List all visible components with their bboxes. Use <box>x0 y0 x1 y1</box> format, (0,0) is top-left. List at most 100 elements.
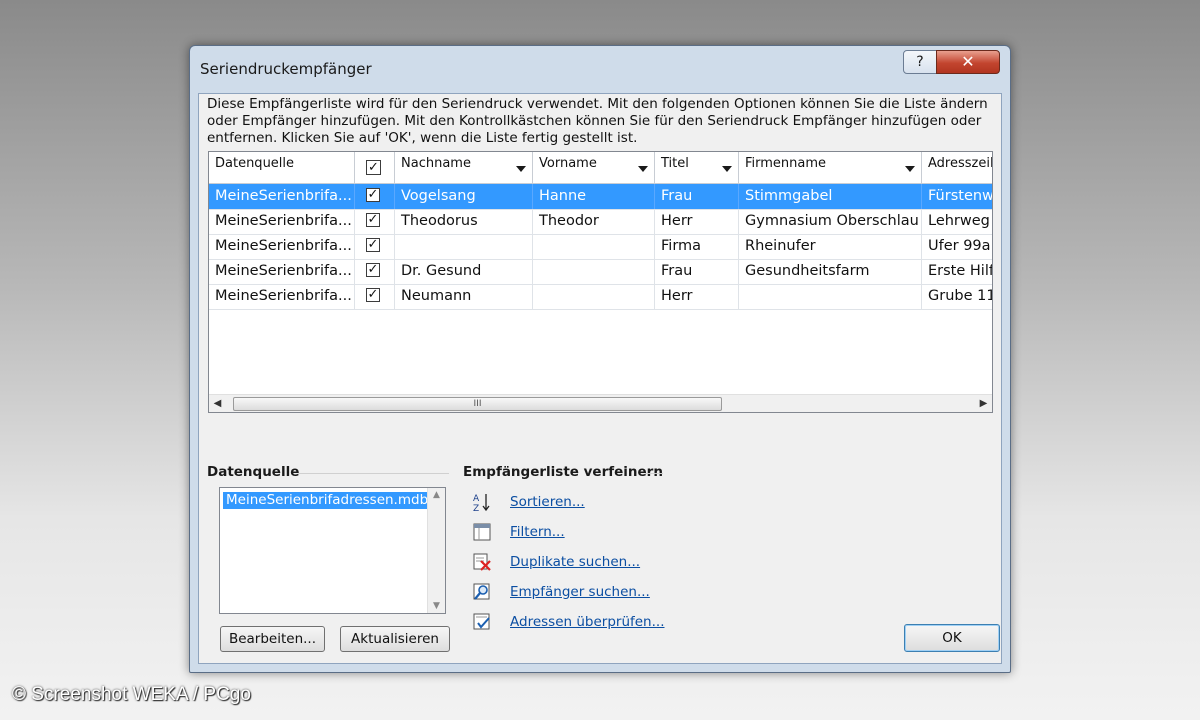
intro-line-3: entfernen. Klicken Sie auf 'OK', wenn di… <box>207 130 638 146</box>
cell-title: Frau <box>655 259 739 284</box>
refresh-button[interactable]: Aktualisieren <box>340 626 450 652</box>
datasource-group-label: Datenquelle <box>207 464 300 480</box>
svg-text:A: A <box>473 494 480 504</box>
select-all-checkbox[interactable]: ✓ <box>366 160 381 175</box>
copyright-watermark: © Screenshot WEKA / PCgo <box>12 684 251 705</box>
help-button[interactable]: ? <box>903 50 937 74</box>
filter-icon <box>473 523 491 541</box>
table-row[interactable]: MeineSerienbrifa... ✓ Dr. Gesund Frau Ge… <box>209 259 992 285</box>
validate-addresses-link[interactable]: Adressen überprüfen... <box>510 614 665 630</box>
cell-check: ✓ <box>355 209 395 234</box>
edit-button[interactable]: Bearbeiten... <box>220 626 325 652</box>
cell-address: Lehrweg 9 <box>922 209 992 234</box>
find-recipient-link[interactable]: Empfänger suchen... <box>510 584 650 600</box>
datasource-listbox[interactable]: MeineSerienbrifadressen.mdb ▲ ▼ <box>219 487 446 614</box>
include-checkbox[interactable]: ✓ <box>366 213 380 227</box>
column-header-label: Adresszeile <box>928 156 992 171</box>
sort-link[interactable]: Sortieren... <box>510 494 585 510</box>
column-header-nachname[interactable]: Nachname <box>395 152 533 183</box>
cell-last-name: Theodorus <box>395 209 533 234</box>
scroll-thumb[interactable]: III <box>233 397 722 411</box>
column-header-check[interactable]: ✓ <box>355 152 395 183</box>
table-row[interactable]: MeineSerienbrifa... ✓ Neumann Herr Grube… <box>209 284 992 310</box>
cell-check: ✓ <box>355 259 395 284</box>
mail-merge-recipients-dialog: Seriendruckempfänger ? ✕ Diese Empfänger… <box>189 45 1011 673</box>
group-divider <box>645 473 663 474</box>
chevron-down-icon[interactable] <box>722 166 732 172</box>
filter-link[interactable]: Filtern... <box>510 524 565 540</box>
cell-check: ✓ <box>355 284 395 309</box>
column-header-label: Datenquelle <box>215 156 295 171</box>
table-row[interactable]: MeineSerienbrifa... ✓ Firma Rheinufer Uf… <box>209 234 992 260</box>
window-title: Seriendruckempfänger <box>200 60 372 78</box>
validate-addresses-icon <box>473 613 490 630</box>
cell-address: Erste Hilfe <box>922 259 992 284</box>
cell-company: Gesundheitsfarm <box>739 259 922 284</box>
column-header-adresszeile[interactable]: Adresszeile <box>922 152 992 183</box>
include-checkbox[interactable]: ✓ <box>366 238 380 252</box>
cell-first-name <box>533 259 655 284</box>
cell-last-name: Dr. Gesund <box>395 259 533 284</box>
cell-title: Herr <box>655 284 739 309</box>
scroll-down-icon[interactable]: ▼ <box>428 601 445 611</box>
include-checkbox[interactable]: ✓ <box>366 188 380 202</box>
cell-first-name <box>533 234 655 259</box>
table-row[interactable]: MeineSerienbrifa... ✓ Vogelsang Hanne Fr… <box>209 184 992 210</box>
cell-check: ✓ <box>355 184 395 209</box>
column-header-vorname[interactable]: Vorname <box>533 152 655 183</box>
table-row[interactable]: MeineSerienbrifa... ✓ Theodorus Theodor … <box>209 209 992 235</box>
datasource-item[interactable]: MeineSerienbrifadressen.mdb <box>223 492 432 509</box>
cell-first-name: Hanne <box>533 184 655 209</box>
column-header-label: Titel <box>661 156 689 171</box>
find-duplicates-link[interactable]: Duplikate suchen... <box>510 554 640 570</box>
chevron-down-icon[interactable] <box>905 166 915 172</box>
scroll-left-icon[interactable]: ◀ <box>209 395 226 412</box>
cell-source: MeineSerienbrifa... <box>209 209 355 234</box>
cell-source: MeineSerienbrifa... <box>209 234 355 259</box>
scroll-up-icon[interactable]: ▲ <box>428 490 445 500</box>
cell-last-name: Vogelsang <box>395 184 533 209</box>
cell-title: Herr <box>655 209 739 234</box>
recipient-grid[interactable]: Datenquelle ✓ Nachname Vorname Titel Fir… <box>208 151 993 413</box>
cell-address: Grube 11 <box>922 284 992 309</box>
cell-first-name: Theodor <box>533 209 655 234</box>
chevron-down-icon[interactable] <box>638 166 648 172</box>
cell-company: Stimmgabel <box>739 184 922 209</box>
cell-address: Ufer 99a <box>922 234 992 259</box>
cell-title: Frau <box>655 184 739 209</box>
include-checkbox[interactable]: ✓ <box>366 288 380 302</box>
cell-source: MeineSerienbrifa... <box>209 259 355 284</box>
cell-source: MeineSerienbrifa... <box>209 284 355 309</box>
ok-button[interactable]: OK <box>904 624 1000 652</box>
cell-first-name <box>533 284 655 309</box>
title-bar: Seriendruckempfänger ? ✕ <box>190 46 1010 90</box>
close-button[interactable]: ✕ <box>936 50 1000 74</box>
svg-text:Z: Z <box>473 504 479 512</box>
sort-az-icon: A Z <box>473 494 490 512</box>
duplicates-icon <box>473 553 491 571</box>
column-header-label: Firmenname <box>745 156 827 171</box>
chevron-down-icon[interactable] <box>516 166 526 172</box>
grid-header: Datenquelle ✓ Nachname Vorname Titel Fir… <box>209 152 992 184</box>
refine-group-label: Empfängerliste verfeinern <box>463 464 663 480</box>
cell-company <box>739 284 922 309</box>
cell-source: MeineSerienbrifa... <box>209 184 355 209</box>
column-header-label: Vorname <box>539 156 597 171</box>
cell-address: Fürstenweg <box>922 184 992 209</box>
listbox-scrollbar[interactable]: ▲ ▼ <box>427 488 445 613</box>
scroll-right-icon[interactable]: ▶ <box>975 395 992 412</box>
column-header-firmenname[interactable]: Firmenname <box>739 152 922 183</box>
cell-last-name <box>395 234 533 259</box>
intro-text: Diese Empfängerliste wird für den Serien… <box>207 96 997 147</box>
column-header-label: Nachname <box>401 156 471 171</box>
column-header-titel[interactable]: Titel <box>655 152 739 183</box>
cell-company: Gymnasium Oberschlau <box>739 209 922 234</box>
cell-title: Firma <box>655 234 739 259</box>
intro-line-1: Diese Empfängerliste wird für den Serien… <box>207 96 988 112</box>
intro-line-2: oder Empfänger hinzufügen. Mit den Kontr… <box>207 113 982 129</box>
horizontal-scrollbar[interactable]: ◀ III ▶ <box>209 394 992 412</box>
cell-check: ✓ <box>355 234 395 259</box>
include-checkbox[interactable]: ✓ <box>366 263 380 277</box>
group-divider <box>299 473 449 474</box>
column-header-datenquelle[interactable]: Datenquelle <box>209 152 355 183</box>
